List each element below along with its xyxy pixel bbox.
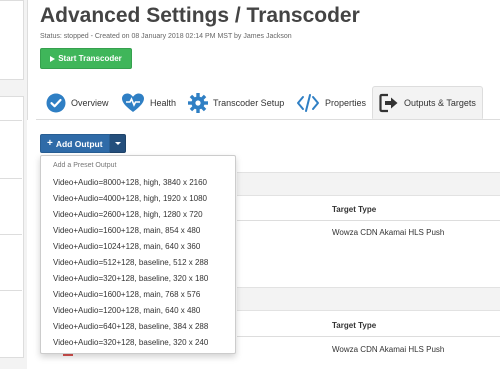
menu-item[interactable]: Video+Audio=1600+128, main, 854 x 480 (53, 226, 200, 235)
heart-pulse-icon (122, 93, 144, 112)
add-output-group: + Add Output (40, 134, 126, 153)
target-type-header: Target Type (332, 321, 377, 330)
sidebar-list (0, 96, 24, 358)
sidebar: r (0, 0, 28, 369)
table-divider (237, 336, 500, 337)
output-section-header (237, 287, 500, 311)
tab-overview-label: Overview (71, 97, 109, 108)
start-transcoder-label: Start Transcoder (58, 54, 122, 63)
tab-overview[interactable]: Overview (46, 86, 109, 119)
play-icon (50, 55, 56, 62)
add-output-button[interactable]: + Add Output (40, 134, 110, 153)
plus-icon: + (47, 138, 53, 149)
menu-item[interactable]: Video+Audio=512+128, baseline, 512 x 288 (53, 258, 208, 267)
table-divider (237, 220, 500, 221)
tab-health-label: Health (150, 97, 177, 108)
tab-properties[interactable]: Properties (296, 86, 366, 119)
sidebar-divider (0, 234, 22, 235)
menu-item[interactable]: Video+Audio=640+128, baseline, 384 x 288 (53, 322, 208, 331)
output-section-header (237, 172, 500, 196)
menu-header: Add a Preset Output (53, 162, 117, 169)
sign-out-icon (379, 93, 398, 112)
target-type-value: Wowza CDN Akamai HLS Push (332, 345, 445, 354)
tab-health[interactable]: Health (121, 86, 176, 119)
target-type-value: Wowza CDN Akamai HLS Push (332, 228, 445, 237)
menu-item[interactable]: Video+Audio=4000+128, high, 1920 x 1080 (53, 194, 207, 203)
sidebar-card (0, 0, 24, 80)
tab-outputs-targets[interactable]: Outputs & Targets (372, 86, 483, 119)
sidebar-divider (0, 120, 22, 121)
tab-properties-label: Properties (325, 97, 367, 108)
tab-transcoder-setup-label: Transcoder Setup (213, 97, 285, 108)
tab-bar: Overview Health Transcoder Setup Propert… (36, 86, 500, 120)
target-type-header: Target Type (332, 205, 377, 214)
status-line: Status: stopped - Created on 08 January … (40, 33, 292, 40)
sidebar-divider (0, 178, 22, 179)
sidebar-divider (0, 290, 22, 291)
start-transcoder-button[interactable]: Start Transcoder (40, 48, 132, 69)
add-output-label: Add Output (55, 138, 103, 149)
preset-output-menu: Add a Preset Output Video+Audio=8000+128… (40, 155, 236, 354)
tab-transcoder-setup[interactable]: Transcoder Setup (188, 86, 284, 119)
menu-item[interactable]: Video+Audio=8000+128, high, 3840 x 2160 (53, 178, 207, 187)
add-output-dropdown-toggle[interactable] (109, 134, 126, 153)
menu-item[interactable]: Video+Audio=1200+128, main, 640 x 480 (53, 306, 200, 315)
page-title: Advanced Settings / Transcoder (40, 4, 360, 27)
check-circle-icon (46, 93, 66, 112)
menu-item[interactable]: Video+Audio=320+128, baseline, 320 x 180 (53, 274, 208, 283)
menu-item[interactable]: Video+Audio=2600+128, high, 1280 x 720 (53, 210, 203, 219)
tab-outputs-targets-label: Outputs & Targets (404, 97, 476, 108)
menu-item[interactable]: Video+Audio=1024+128, main, 640 x 360 (53, 242, 200, 251)
menu-item[interactable]: Video+Audio=1600+128, main, 768 x 576 (53, 290, 200, 299)
gear-icon (188, 92, 208, 113)
menu-item[interactable]: Video+Audio=320+128, baseline, 320 x 240 (53, 338, 208, 347)
code-icon (297, 93, 319, 112)
